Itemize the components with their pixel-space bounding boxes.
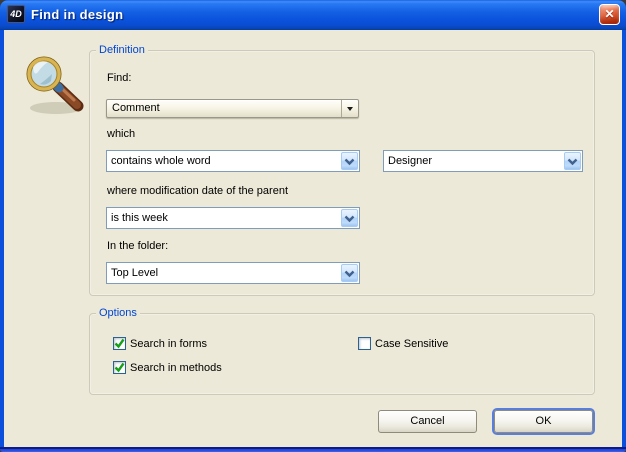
options-legend: Options xyxy=(96,307,140,319)
find-combobox-arrow[interactable] xyxy=(341,100,358,117)
search-in-forms-row: Search in forms xyxy=(113,337,207,350)
search-in-methods-label: Search in methods xyxy=(130,362,222,374)
window-bottom-frame xyxy=(0,447,626,452)
search-in-methods-row: Search in methods xyxy=(113,361,222,374)
find-combobox-value: Comment xyxy=(112,102,160,114)
folder-dropdown-value: Top Level xyxy=(111,267,158,279)
triangle-down-icon xyxy=(347,107,353,111)
search-in-methods-checkbox[interactable] xyxy=(113,361,126,374)
chevron-down-icon[interactable] xyxy=(564,152,581,170)
which-dropdown-value: contains whole word xyxy=(111,155,211,167)
close-button[interactable]: ✕ xyxy=(599,4,620,25)
chevron-down-icon[interactable] xyxy=(341,152,358,170)
search-in-forms-checkbox[interactable] xyxy=(113,337,126,350)
find-combobox[interactable]: Comment xyxy=(106,99,359,118)
definition-legend: Definition xyxy=(96,44,148,56)
date-dropdown-value: is this week xyxy=(111,212,168,224)
find-label: Find: xyxy=(107,72,131,84)
dialog-body: Definition Find: Comment which contains … xyxy=(4,30,622,447)
check-icon xyxy=(114,362,125,373)
title-bar[interactable]: 4D Find in design ✕ xyxy=(0,0,626,30)
which-dropdown[interactable]: contains whole word xyxy=(106,150,360,172)
window-title: Find in design xyxy=(31,7,123,22)
chevron-down-icon[interactable] xyxy=(341,264,358,282)
options-group: Options xyxy=(89,313,595,395)
case-sensitive-row: Case Sensitive xyxy=(358,337,448,350)
case-sensitive-checkbox[interactable] xyxy=(358,337,371,350)
search-in-forms-label: Search in forms xyxy=(130,338,207,350)
user-dropdown-value: Designer xyxy=(388,155,432,167)
where-label: where modification date of the parent xyxy=(107,185,288,197)
definition-group: Definition xyxy=(89,50,595,296)
magnifier-icon xyxy=(18,53,92,117)
folder-dropdown[interactable]: Top Level xyxy=(106,262,360,284)
date-dropdown[interactable]: is this week xyxy=(106,207,360,229)
user-dropdown[interactable]: Designer xyxy=(383,150,583,172)
app-4d-icon: 4D xyxy=(7,5,25,23)
find-in-design-dialog: 4D Find in design ✕ Definition Find: Com… xyxy=(0,0,626,452)
which-label: which xyxy=(107,128,135,140)
check-icon xyxy=(114,338,125,349)
folder-label: In the folder: xyxy=(107,240,168,252)
chevron-down-icon[interactable] xyxy=(341,209,358,227)
ok-button[interactable]: OK xyxy=(494,410,593,433)
cancel-button[interactable]: Cancel xyxy=(378,410,477,433)
case-sensitive-label: Case Sensitive xyxy=(375,338,448,350)
